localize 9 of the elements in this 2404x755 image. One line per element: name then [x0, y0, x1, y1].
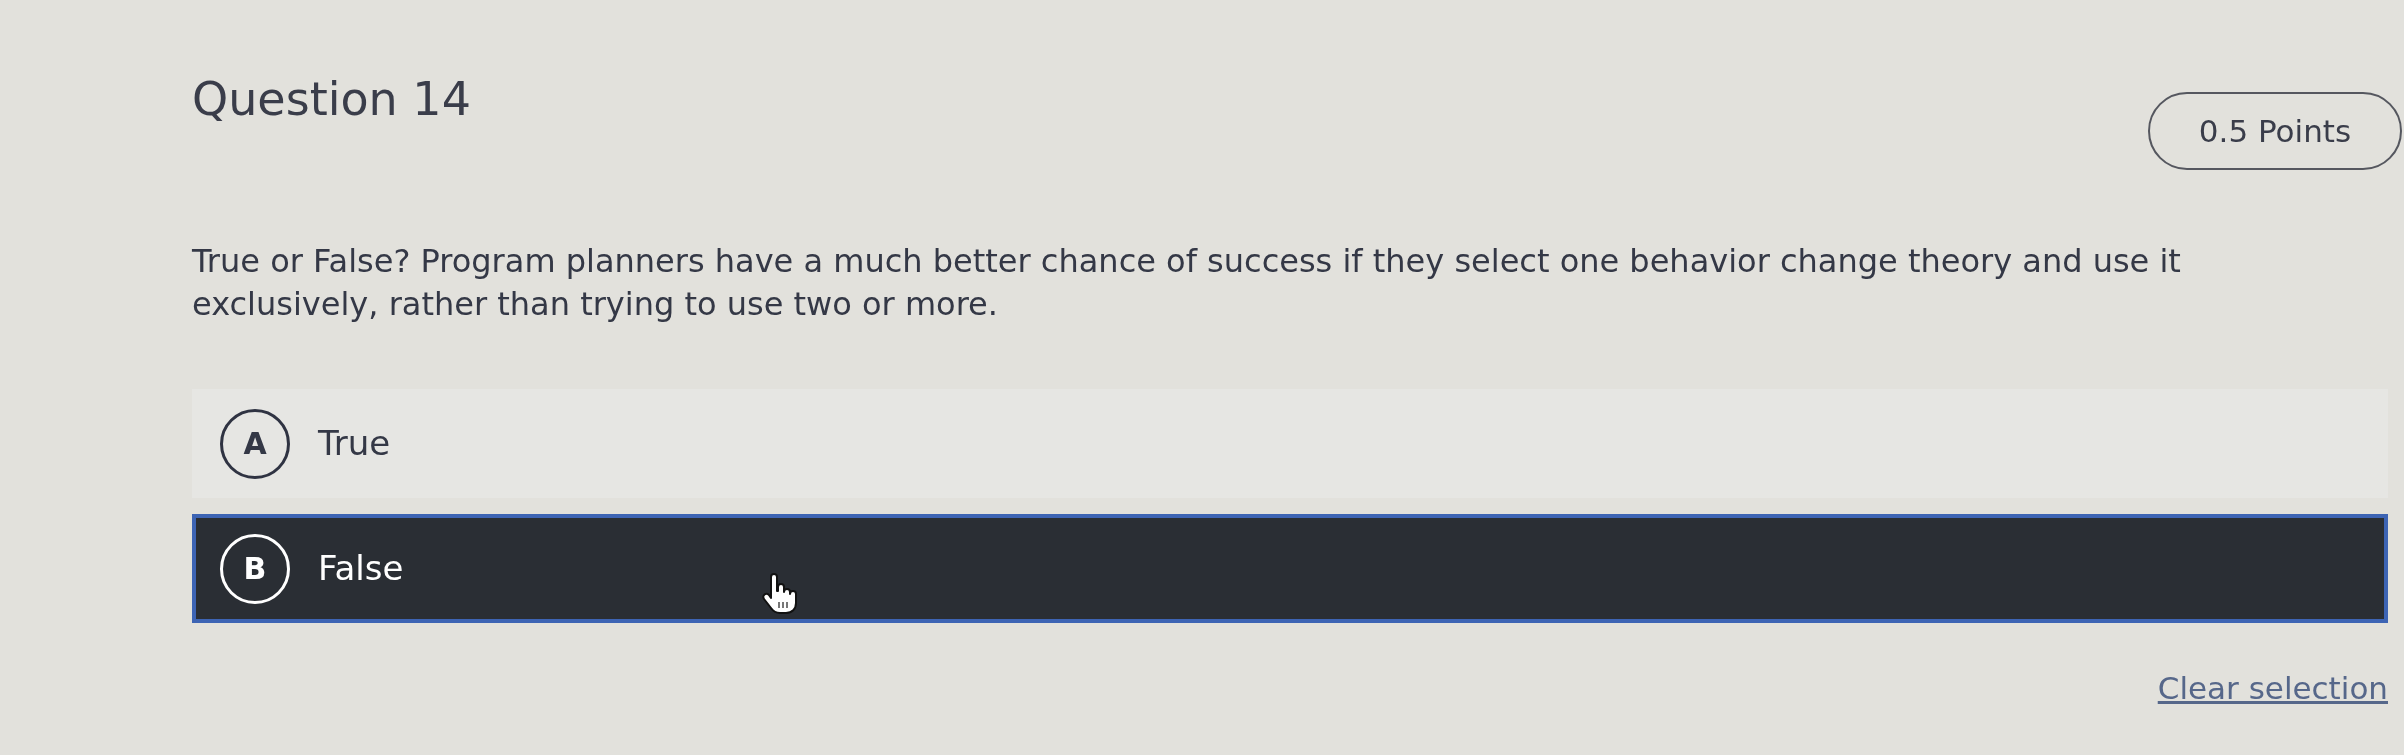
clear-selection-link[interactable]: Clear selection — [2157, 667, 2388, 709]
hand-pointer-icon — [760, 573, 800, 615]
option-letter: B — [220, 533, 290, 604]
option-letter: A — [220, 408, 290, 479]
question-title: Question 14 — [192, 72, 471, 128]
answer-option[interactable]: B False — [192, 514, 2388, 623]
answer-option[interactable]: A True — [192, 389, 2388, 498]
points-pill: 0.5 Points — [2148, 92, 2402, 170]
question-prompt: True or False? Program planners have a much better chance of success if they select one behavior change theory and use it exclusively, rather than trying to use two or more. — [192, 241, 2182, 325]
